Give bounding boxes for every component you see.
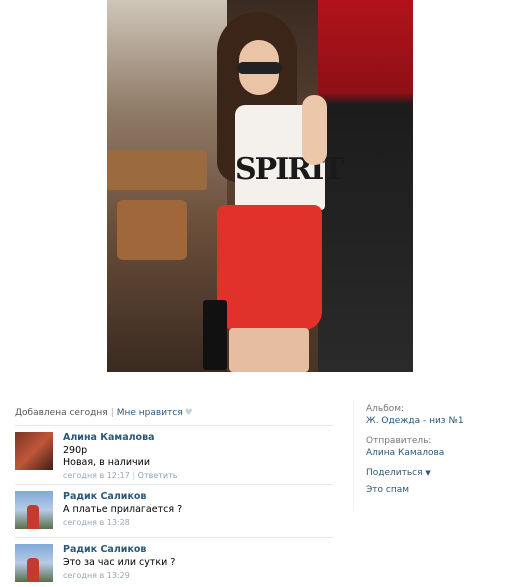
share-label: Поделиться xyxy=(366,468,423,478)
like-button[interactable]: Мне нравится xyxy=(117,408,183,418)
comment-timestamp: сегодня в 13:29 xyxy=(63,571,130,580)
photo-chair xyxy=(117,200,187,260)
divider xyxy=(15,484,333,485)
album-link[interactable]: Ж. Одежда - низ №1 xyxy=(366,416,464,426)
avatar[interactable] xyxy=(15,544,53,582)
comment-date: сегодня в 12:17 | Ответить xyxy=(63,471,178,480)
comment-text: 290р Новая, в наличии xyxy=(63,445,177,469)
divider xyxy=(15,537,333,538)
spam-button[interactable]: Это спам xyxy=(366,485,464,495)
photo-handbag xyxy=(203,300,227,370)
photo-sidebar: Альбом: Ж. Одежда - низ №1 Отправитель: … xyxy=(366,404,464,502)
comment-text: Это за час или сутки ? xyxy=(63,557,176,568)
comment-author[interactable]: Алина Камалова xyxy=(63,432,177,443)
sender-info: Отправитель: Алина Камалова xyxy=(366,436,464,458)
added-date: Добавлена сегодня xyxy=(15,408,108,418)
comment-author[interactable]: Радик Саликов xyxy=(63,544,175,555)
divider xyxy=(15,425,333,426)
photo-arm xyxy=(302,95,327,165)
album-info: Альбом: Ж. Одежда - низ №1 xyxy=(366,404,464,426)
chevron-down-icon: ▼ xyxy=(425,469,431,477)
photo-red-skirt xyxy=(217,205,322,330)
share-button[interactable]: Поделиться ▼ xyxy=(366,468,464,478)
comment-line: 290р xyxy=(63,445,88,456)
avatar[interactable] xyxy=(15,432,53,470)
photo-meta: Добавлена сегодня | Мне нравится ♥ xyxy=(15,408,193,418)
photo-table xyxy=(107,150,207,190)
comment-timestamp: сегодня в 12:17 xyxy=(63,471,130,480)
comment-line: Новая, в наличии xyxy=(63,457,150,468)
photo-sunglasses xyxy=(237,62,282,74)
reply-link[interactable]: Ответить xyxy=(138,471,178,480)
sender-link[interactable]: Алина Камалова xyxy=(366,448,464,458)
comment-author[interactable]: Радик Саликов xyxy=(63,491,182,502)
main-photo[interactable]: SPIRIT xyxy=(107,0,413,372)
separator: | xyxy=(110,408,114,418)
album-label: Альбом: xyxy=(366,404,405,414)
heart-icon[interactable]: ♥ xyxy=(185,408,193,418)
photo-legs xyxy=(229,328,309,372)
avatar[interactable] xyxy=(15,491,53,529)
sender-label: Отправитель: xyxy=(366,436,432,446)
comment-timestamp: сегодня в 13:28 xyxy=(63,518,130,527)
sidebar-divider xyxy=(353,400,354,510)
comment-text: А платье прилагается ? xyxy=(63,504,183,515)
